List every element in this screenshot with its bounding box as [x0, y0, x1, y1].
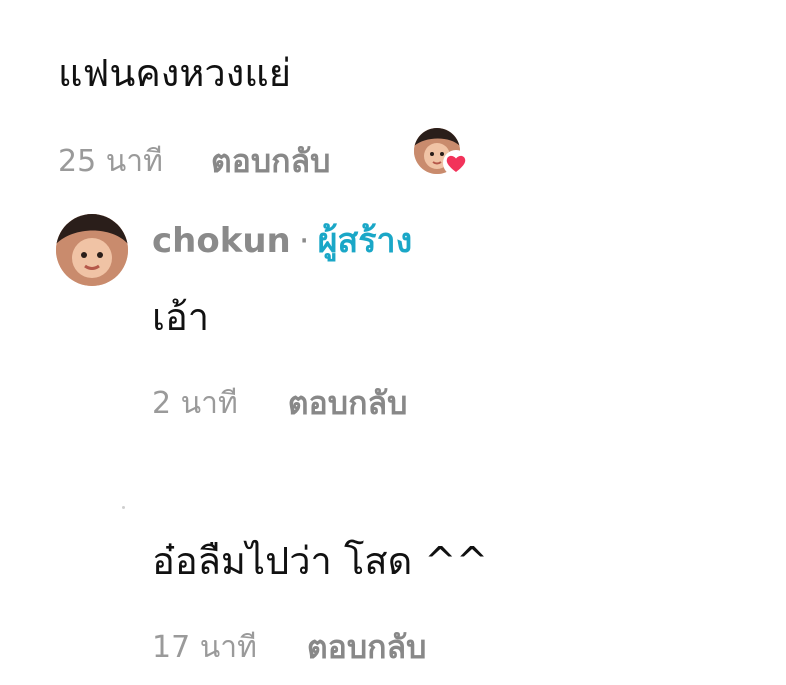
comment-timestamp: 17 นาที — [152, 630, 257, 665]
reply-button[interactable]: ตอบกลับ — [307, 622, 427, 673]
comment-text: แฟนคงหวงแย่ — [58, 51, 292, 95]
creator-like-indicator — [414, 128, 470, 180]
comment-timestamp: 25 นาที — [58, 144, 163, 179]
creator-badge: ผู้สร้าง — [317, 221, 413, 261]
comment-timestamp: 2 นาที — [152, 386, 238, 421]
comment-text: อ๋อลืมไปว่า โสด ^^ — [152, 539, 489, 583]
separator-dot: · — [298, 221, 310, 261]
heart-icon — [442, 150, 470, 180]
comment-meta: 25 นาที ตอบกลับ — [58, 136, 330, 187]
divider-dot — [122, 506, 125, 509]
author-line: chokun · ผู้สร้าง — [152, 224, 412, 258]
reply-button[interactable]: ตอบกลับ — [288, 378, 408, 429]
author-avatar[interactable] — [56, 214, 128, 286]
author-name[interactable]: chokun — [152, 224, 291, 258]
reply-button[interactable]: ตอบกลับ — [211, 136, 331, 187]
comment-text: เอ้า — [152, 295, 210, 339]
comment-meta: 2 นาที ตอบกลับ — [152, 378, 407, 429]
comment-meta: 17 นาที ตอบกลับ — [152, 622, 426, 673]
